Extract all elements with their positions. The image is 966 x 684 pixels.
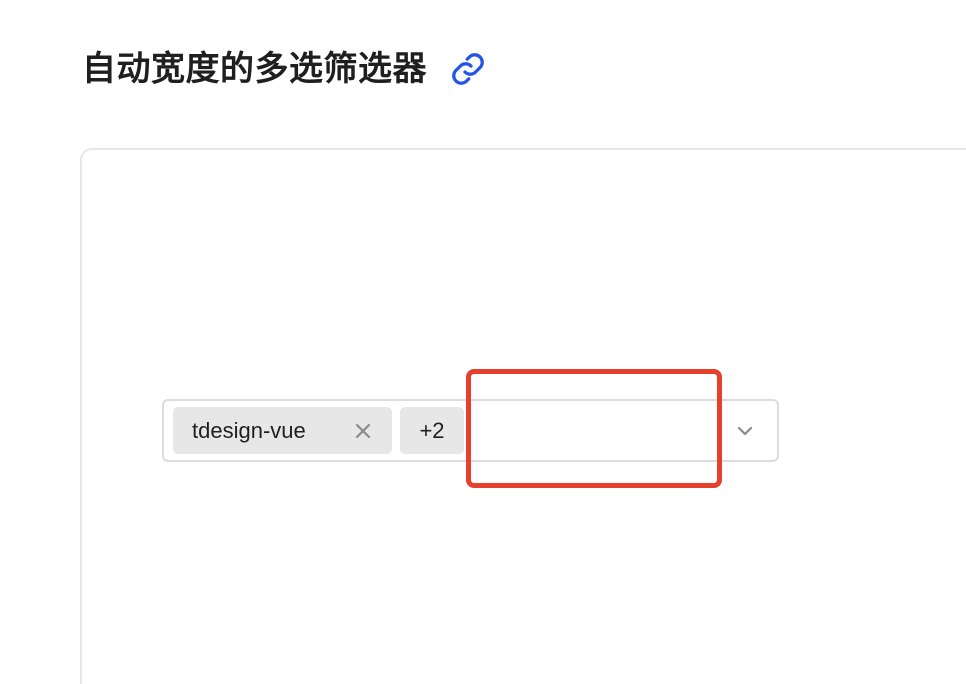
more-tags-count: +2 — [419, 417, 445, 443]
close-icon[interactable] — [352, 420, 374, 442]
section-header: 自动宽度的多选筛选器 — [82, 50, 487, 88]
chevron-down-icon[interactable] — [733, 419, 757, 443]
tag-label: tdesign-vue — [192, 417, 306, 443]
page-title: 自动宽度的多选筛选器 — [82, 49, 427, 89]
more-tags-badge: +2 — [400, 407, 464, 454]
page: 自动宽度的多选筛选器 tdesign-vue +2 — [0, 0, 966, 684]
multi-select[interactable]: tdesign-vue +2 — [162, 399, 779, 462]
select-filter-input[interactable] — [472, 406, 712, 455]
link-icon[interactable] — [449, 50, 487, 88]
selected-tag: tdesign-vue — [173, 407, 392, 454]
